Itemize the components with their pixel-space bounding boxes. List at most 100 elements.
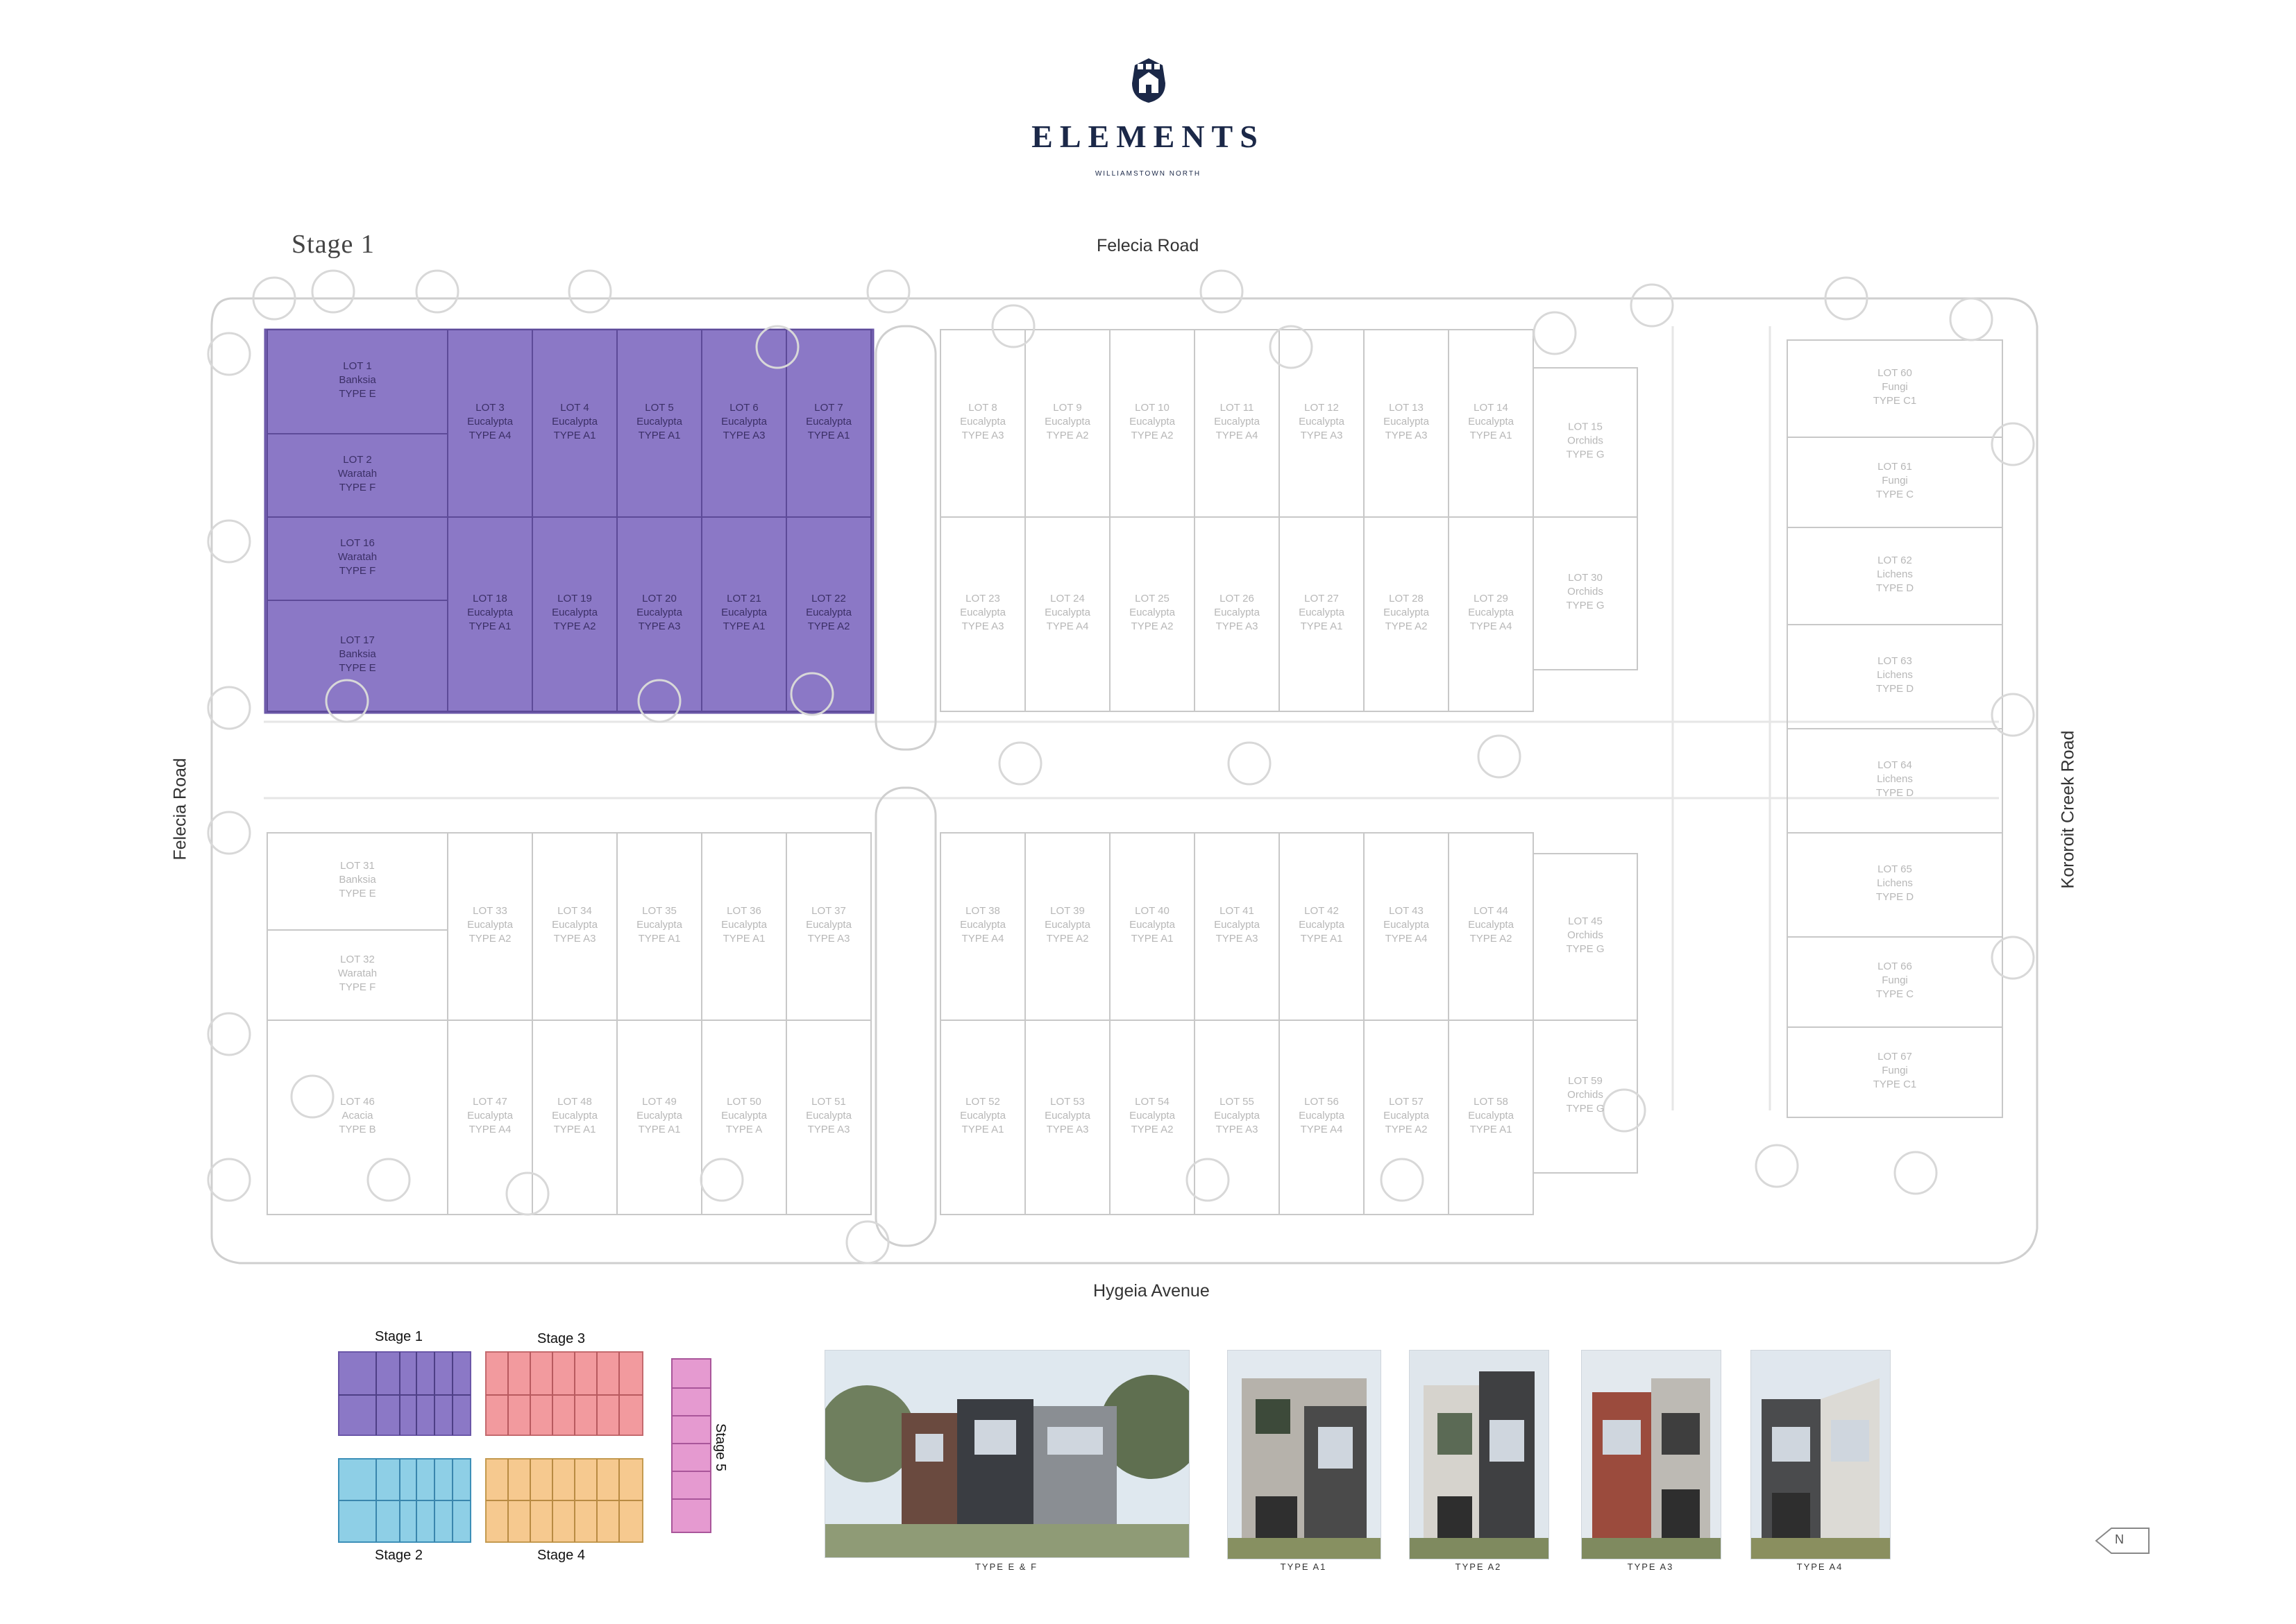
lot-label-id: LOT 30 — [1568, 572, 1603, 584]
lot-label-id: LOT 11 — [1220, 402, 1254, 414]
lot-label-type: TYPE C1 — [1873, 1079, 1917, 1090]
lot-label-type: TYPE A4 — [1301, 1124, 1343, 1135]
lot-label-name: Eucalypta — [806, 607, 852, 618]
lot-label-type: TYPE A3 — [723, 430, 766, 441]
lot-label-type: TYPE A3 — [962, 430, 1004, 441]
lot-label-id: LOT 9 — [1053, 402, 1081, 414]
lot-label-type: TYPE A2 — [469, 933, 512, 945]
lot-label-id: LOT 52 — [965, 1096, 1000, 1108]
lot-label-type: TYPE A — [726, 1124, 763, 1135]
lot-label-type: TYPE A1 — [639, 933, 681, 945]
lot-label-type: TYPE A1 — [1301, 620, 1343, 632]
lot-label-name: Eucalypta — [467, 607, 514, 618]
stage-5-key — [671, 1358, 711, 1533]
lot-label-id: LOT 56 — [1304, 1096, 1339, 1108]
lot-label-type: TYPE G — [1566, 600, 1604, 611]
lot-label-type: TYPE A2 — [1131, 430, 1174, 441]
photo-caption-type-a3: TYPE A3 — [1627, 1562, 1674, 1572]
lot-label-type: TYPE G — [1566, 449, 1604, 461]
tree-icon — [1991, 693, 2035, 737]
lot-label-name: Eucalypta — [1299, 1110, 1345, 1122]
lot-label-id: LOT 28 — [1389, 593, 1424, 604]
tree-icon — [207, 332, 251, 376]
stage-3-key — [485, 1351, 643, 1436]
lot-label-name: Eucalypta — [552, 607, 598, 618]
lot-label-id: LOT 29 — [1474, 593, 1508, 604]
tree-icon — [1227, 741, 1272, 786]
lot-label-name: Eucalypta — [1468, 1110, 1514, 1122]
tree-icon — [991, 304, 1036, 348]
lot-label-id: LOT 39 — [1050, 905, 1085, 917]
lot-label-type: TYPE A1 — [639, 1124, 681, 1135]
tree-icon — [1949, 297, 1993, 341]
tree-icon — [568, 269, 612, 314]
lot-label-type: TYPE F — [339, 565, 376, 577]
lot-label-id: LOT 63 — [1877, 655, 1912, 667]
lot-label-id: LOT 51 — [811, 1096, 846, 1108]
lot-label-id: LOT 14 — [1474, 402, 1508, 414]
lot-label-type: TYPE A1 — [1301, 933, 1343, 945]
lot-label-id: LOT 57 — [1389, 1096, 1424, 1108]
lot-label-id: LOT 53 — [1050, 1096, 1085, 1108]
lot-label-id: LOT 15 — [1568, 421, 1603, 433]
lot-label-name: Eucalypta — [1299, 416, 1345, 428]
lot-label-id: LOT 7 — [814, 402, 843, 414]
lot-label-id: LOT 20 — [642, 593, 677, 604]
lot-label-type: TYPE F — [339, 482, 376, 493]
tree-icon — [866, 269, 911, 314]
photo-caption-type-a4: TYPE A4 — [1796, 1562, 1843, 1572]
lot-label-name: Eucalypta — [806, 1110, 852, 1122]
lot-label-id: LOT 41 — [1219, 905, 1254, 917]
lot-label-type: TYPE A3 — [1216, 933, 1258, 945]
lot-label-type: TYPE A2 — [1047, 933, 1089, 945]
lot-label-name: Orchids — [1567, 929, 1603, 941]
lot-label-name: Eucalypta — [1299, 607, 1345, 618]
lot-label-name: Orchids — [1567, 586, 1603, 598]
lot-label-id: LOT 18 — [473, 593, 507, 604]
tree-icon — [1185, 1158, 1230, 1202]
lot-label-id: LOT 37 — [811, 905, 846, 917]
lot-label-name: Waratah — [338, 468, 377, 480]
lot-label-type: TYPE G — [1566, 1103, 1604, 1115]
lot-label-name: Orchids — [1567, 435, 1603, 447]
lot-label-name: Eucalypta — [721, 416, 768, 428]
lot-label-type: TYPE A4 — [1047, 620, 1089, 632]
lot-label-id: LOT 23 — [965, 593, 1000, 604]
lot-label-id: LOT 62 — [1877, 555, 1912, 566]
lot-label-name: Eucalypta — [552, 416, 598, 428]
lot-label-id: LOT 35 — [642, 905, 677, 917]
lot-label-id: LOT 25 — [1135, 593, 1170, 604]
lot-label-id: LOT 44 — [1474, 905, 1508, 917]
lot-label-type: TYPE A2 — [1131, 620, 1174, 632]
lot-label-id: LOT 54 — [1135, 1096, 1170, 1108]
lot-label-type: TYPE A1 — [1470, 1124, 1512, 1135]
lot-label-id: LOT 65 — [1877, 863, 1912, 875]
lot-label-type: TYPE A3 — [808, 1124, 850, 1135]
photo-type-a2 — [1409, 1350, 1549, 1559]
tree-icon — [1380, 1158, 1424, 1202]
tree-icon — [207, 811, 251, 855]
lot-label-type: TYPE A4 — [1470, 620, 1512, 632]
lot-label-name: Eucalypta — [960, 919, 1006, 931]
lot-label-id: LOT 42 — [1304, 905, 1339, 917]
stage-4-key-label: Stage 4 — [537, 1548, 585, 1563]
tree-icon — [1630, 283, 1674, 328]
lot-label-type: TYPE A3 — [1047, 1124, 1089, 1135]
lot-label-id: LOT 66 — [1877, 961, 1912, 972]
lot-label-type: TYPE A3 — [1216, 620, 1258, 632]
lot-label-type: TYPE D — [1876, 787, 1914, 799]
lot-label-type: TYPE A2 — [1385, 1124, 1428, 1135]
lot-label-id: LOT 24 — [1050, 593, 1085, 604]
lot-label-name: Eucalypta — [806, 919, 852, 931]
lot-label-name: Eucalypta — [636, 1110, 683, 1122]
lot-label-id: LOT 8 — [968, 402, 997, 414]
lot-label-id: LOT 1 — [343, 360, 371, 372]
lot-label-type: TYPE D — [1876, 683, 1914, 695]
central-laneway — [875, 786, 937, 1247]
lot-label-id: LOT 6 — [729, 402, 758, 414]
lot-label-name: Acacia — [341, 1110, 373, 1122]
lot-label-name: Eucalypta — [1045, 1110, 1091, 1122]
lot-label-name: Eucalypta — [721, 919, 768, 931]
stage-2-key — [338, 1458, 471, 1543]
lot-label-name: Fungi — [1882, 381, 1908, 393]
